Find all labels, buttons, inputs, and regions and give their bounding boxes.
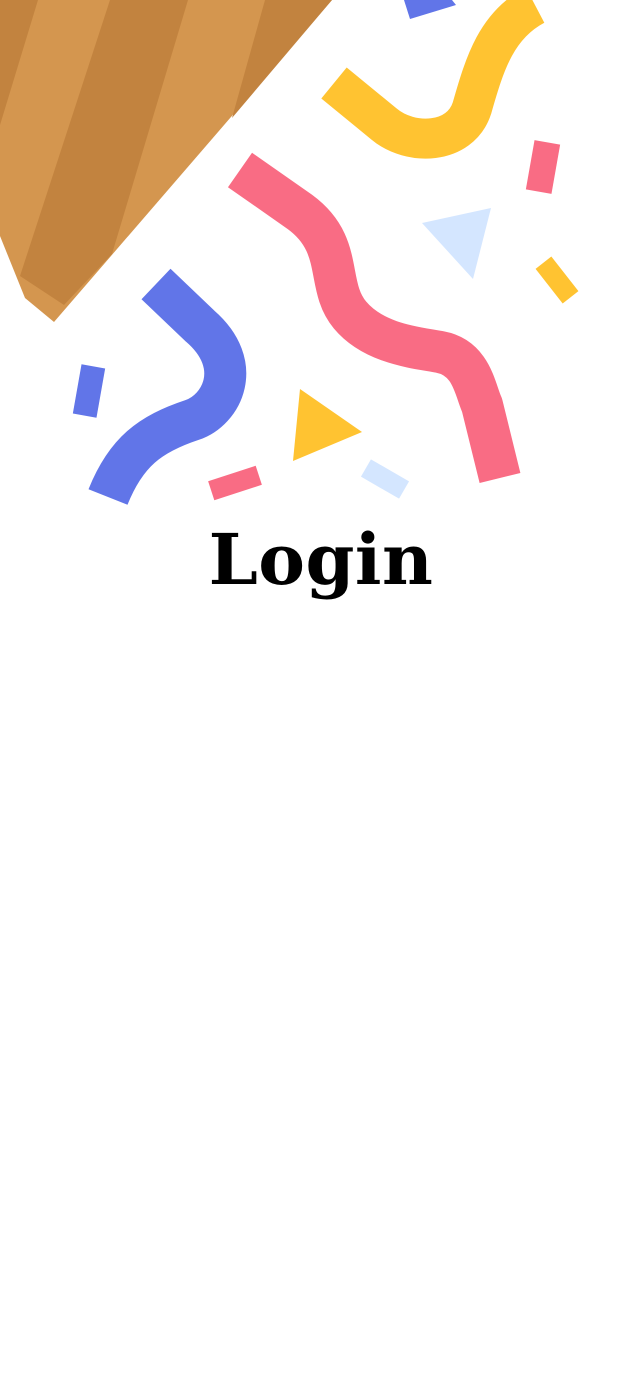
confetti-lightblue-triangle-icon: [422, 208, 491, 279]
confetti-pink-rect-icon: [525, 140, 561, 194]
confetti-blue-top-icon: [404, 0, 456, 19]
confetti-yellow-triangle-icon: [293, 389, 362, 461]
confetti-yellow-rect-icon: [535, 256, 579, 304]
page-title: Login: [208, 518, 434, 601]
confetti-blue-squiggle-icon: [88, 268, 247, 506]
confetti-yellow-squiggle-icon: [321, 0, 546, 159]
confetti-lightblue-rect-icon: [360, 459, 410, 499]
confetti-pink-small-rect-icon: [208, 465, 262, 501]
party-popper-illustration: [0, 0, 642, 520]
confetti-blue-rect-icon: [72, 364, 106, 418]
